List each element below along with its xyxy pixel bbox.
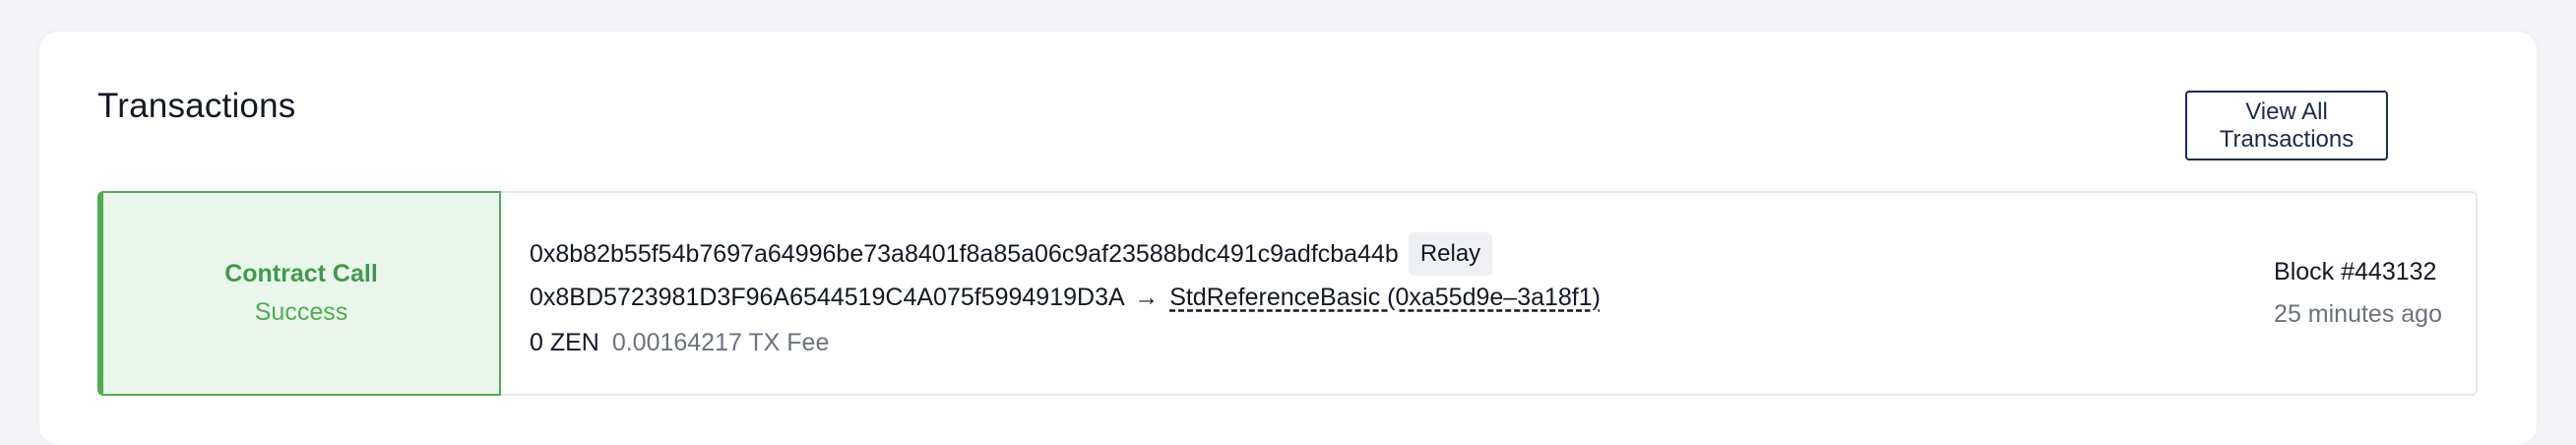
status-box: Contract Call Success bbox=[97, 191, 501, 396]
relay-tag: Relay bbox=[1408, 232, 1493, 276]
transaction-amount: 0 ZEN bbox=[530, 329, 599, 356]
contract-link[interactable]: StdReferenceBasic (0xa55d9e–3a18f1) bbox=[1169, 284, 1601, 311]
from-address[interactable]: 0x8BD5723981D3F96A6544519C4A075f5994919D… bbox=[530, 284, 1123, 311]
arrow-right-icon: → bbox=[1134, 284, 1160, 311]
hash-line: 0x8b82b55f54b7697a64996be73a8401f8a85a06… bbox=[530, 232, 1493, 276]
transaction-fee: 0.00164217 TX Fee bbox=[611, 329, 830, 356]
block-info: Block #443132 25 minutes ago bbox=[2274, 258, 2442, 329]
transaction-status: Success bbox=[254, 298, 348, 326]
view-all-transactions-button[interactable]: View All Transactions bbox=[2185, 91, 2388, 160]
section-title: Transactions bbox=[97, 87, 296, 125]
amount-line: 0 ZEN 0.00164217 TX Fee bbox=[530, 329, 829, 357]
transaction-type: Contract Call bbox=[224, 260, 378, 287]
time-ago: 25 minutes ago bbox=[2274, 300, 2442, 328]
address-line: 0x8BD5723981D3F96A6544519C4A075f5994919D… bbox=[530, 284, 1601, 312]
transaction-hash[interactable]: 0x8b82b55f54b7697a64996be73a8401f8a85a06… bbox=[530, 240, 1399, 269]
block-number[interactable]: Block #443132 bbox=[2274, 258, 2442, 286]
transaction-row[interactable]: Contract Call Success 0x8b82b55f54b7697a… bbox=[97, 191, 2478, 396]
